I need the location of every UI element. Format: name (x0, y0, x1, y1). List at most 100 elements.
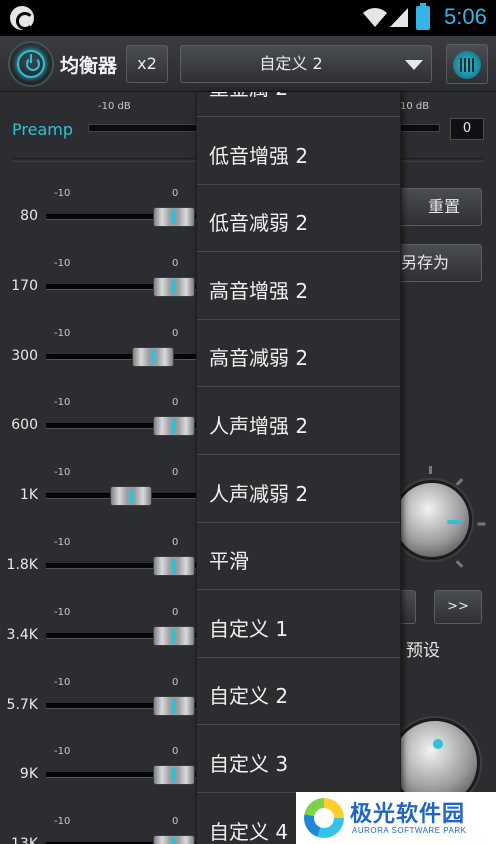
band-scale-min: -10 (54, 537, 71, 548)
preamp-value: 0 (450, 118, 484, 140)
band-frequency-label: 13K (11, 836, 38, 844)
preset-option-label: 高音增强 2 (209, 279, 309, 303)
band-frequency-label: 5.7K (6, 697, 38, 713)
preset-option[interactable]: 高音减弱 2 (197, 320, 400, 387)
band-slider[interactable] (46, 354, 206, 360)
watermark-title: 极光软件园 (350, 802, 466, 827)
visualizer-icon (453, 51, 481, 79)
preset-option[interactable]: 高音增强 2 (197, 253, 400, 320)
visualizer-button[interactable] (446, 44, 488, 84)
band-scale-min: -10 (54, 258, 71, 269)
knob-tick (429, 466, 432, 474)
band-scale-zero: 0 (172, 537, 179, 548)
band-slider-thumb[interactable] (153, 696, 195, 716)
power-icon (17, 50, 45, 78)
knob-indicator (433, 739, 443, 749)
preamp-max-label: 10 dB (400, 101, 430, 112)
band-scale-min: -10 (54, 397, 71, 408)
band-scale-min: -10 (54, 188, 71, 199)
band-frequency-label: 80 (20, 208, 38, 224)
band-slider-thumb[interactable] (153, 416, 195, 436)
band-slider-thumb[interactable] (153, 765, 195, 785)
presets-label: 预设 (406, 641, 440, 661)
band-scale-zero: 0 (172, 467, 179, 478)
watermark-subtitle: AURORA SOFTWARE PARK (352, 826, 467, 835)
preset-option[interactable]: 人声增强 2 (197, 388, 400, 455)
band-scale-zero: 0 (172, 328, 179, 339)
wifi-icon (363, 8, 387, 27)
band-scale-min: -10 (54, 746, 71, 757)
preset-option-label: 平滑 (209, 549, 249, 573)
preset-option[interactable]: 重金属 2 (197, 92, 400, 117)
band-scale-zero: 0 (172, 258, 179, 269)
band-scale-min: -10 (54, 467, 71, 478)
band-slider-thumb[interactable] (153, 626, 195, 646)
preset-select[interactable]: 自定义 2 (180, 45, 432, 83)
band-scale-zero: 0 (172, 816, 179, 827)
band-slider-thumb[interactable] (153, 207, 195, 227)
knob-indicator (447, 520, 461, 524)
band-slider-thumb[interactable] (153, 556, 195, 576)
signal-icon (390, 8, 408, 27)
band-scale-min: -10 (54, 328, 71, 339)
x2-button[interactable]: x2 (126, 45, 168, 83)
preset-option[interactable]: 自定义 1 (197, 591, 400, 658)
preset-option-label: 自定义 4 (209, 820, 289, 844)
preset-option-label: 人声增强 2 (209, 414, 309, 438)
band-frequency-label: 300 (11, 348, 38, 364)
band-frequency-label: 600 (11, 417, 38, 433)
aurora-logo-icon (304, 798, 344, 838)
band-slider-thumb[interactable] (153, 835, 195, 844)
power-button[interactable] (8, 41, 54, 87)
reset-button[interactable]: 重置 (390, 188, 482, 226)
preamp-min-label: -10 dB (98, 101, 131, 112)
status-bar: 5:06 (0, 0, 496, 36)
clock: 5:06 (444, 4, 487, 29)
prev-button[interactable] (400, 590, 416, 624)
preset-option-label: 低音增强 2 (209, 144, 309, 168)
band-slider-thumb[interactable] (153, 277, 195, 297)
knob-tick (477, 522, 486, 526)
band-scale-min: -10 (54, 677, 71, 688)
next-preset-button[interactable]: >> (434, 590, 482, 624)
preset-option-label: 重金属 2 (209, 92, 288, 101)
preset-option-label: 低音减弱 2 (209, 211, 309, 235)
chevron-down-icon (405, 60, 423, 70)
save-as-button[interactable]: 另存为 (390, 244, 482, 282)
band-frequency-label: 1K (19, 487, 38, 503)
toolbar: 均衡器 x2 自定义 2 (0, 36, 496, 92)
preset-option-label: 人声减弱 2 (209, 482, 309, 506)
band-scale-min: -10 (54, 607, 71, 618)
app-logo-icon (10, 6, 34, 30)
page-title: 均衡器 (60, 55, 118, 77)
band-frequency-label: 3.4K (6, 627, 38, 643)
band-frequency-label: 1.8K (6, 557, 38, 573)
band-scale-zero: 0 (172, 188, 179, 199)
band-scale-zero: 0 (172, 397, 179, 408)
preset-dropdown-list: 重金属 2 低音增强 2 低音减弱 2 高音增强 2 高音减弱 2 人声增强 2 人声减弱 … (196, 92, 401, 844)
preset-option-label: 自定义 1 (209, 617, 289, 641)
knob-tick (455, 560, 464, 568)
band-scale-zero: 0 (172, 677, 179, 688)
preset-option[interactable]: 低音减弱 2 (197, 185, 400, 252)
preamp-label: Preamp (12, 120, 73, 139)
band-scale-min: -10 (54, 816, 71, 827)
preset-option[interactable]: 低音增强 2 (197, 118, 400, 185)
band-frequency-label: 170 (11, 278, 38, 294)
band-scale-zero: 0 (172, 607, 179, 618)
band-scale-zero: 0 (172, 746, 179, 757)
band-frequency-label: 9K (19, 766, 38, 782)
preset-select-value: 自定义 2 (259, 54, 323, 73)
bass-knob[interactable] (392, 480, 472, 560)
watermark: 极光软件园 AURORA SOFTWARE PARK (296, 792, 496, 844)
preset-option[interactable]: 自定义 2 (197, 658, 400, 725)
preset-option[interactable]: 人声减弱 2 (197, 456, 400, 523)
preset-option[interactable]: 平滑 (197, 523, 400, 590)
knob-tick (455, 478, 464, 486)
band-slider-thumb[interactable] (110, 486, 152, 506)
battery-icon (416, 3, 430, 30)
preset-option-label: 高音减弱 2 (209, 346, 309, 370)
preset-option-label: 自定义 2 (209, 684, 289, 708)
band-slider-thumb[interactable] (132, 347, 174, 367)
preset-option[interactable]: 自定义 3 (197, 726, 400, 793)
